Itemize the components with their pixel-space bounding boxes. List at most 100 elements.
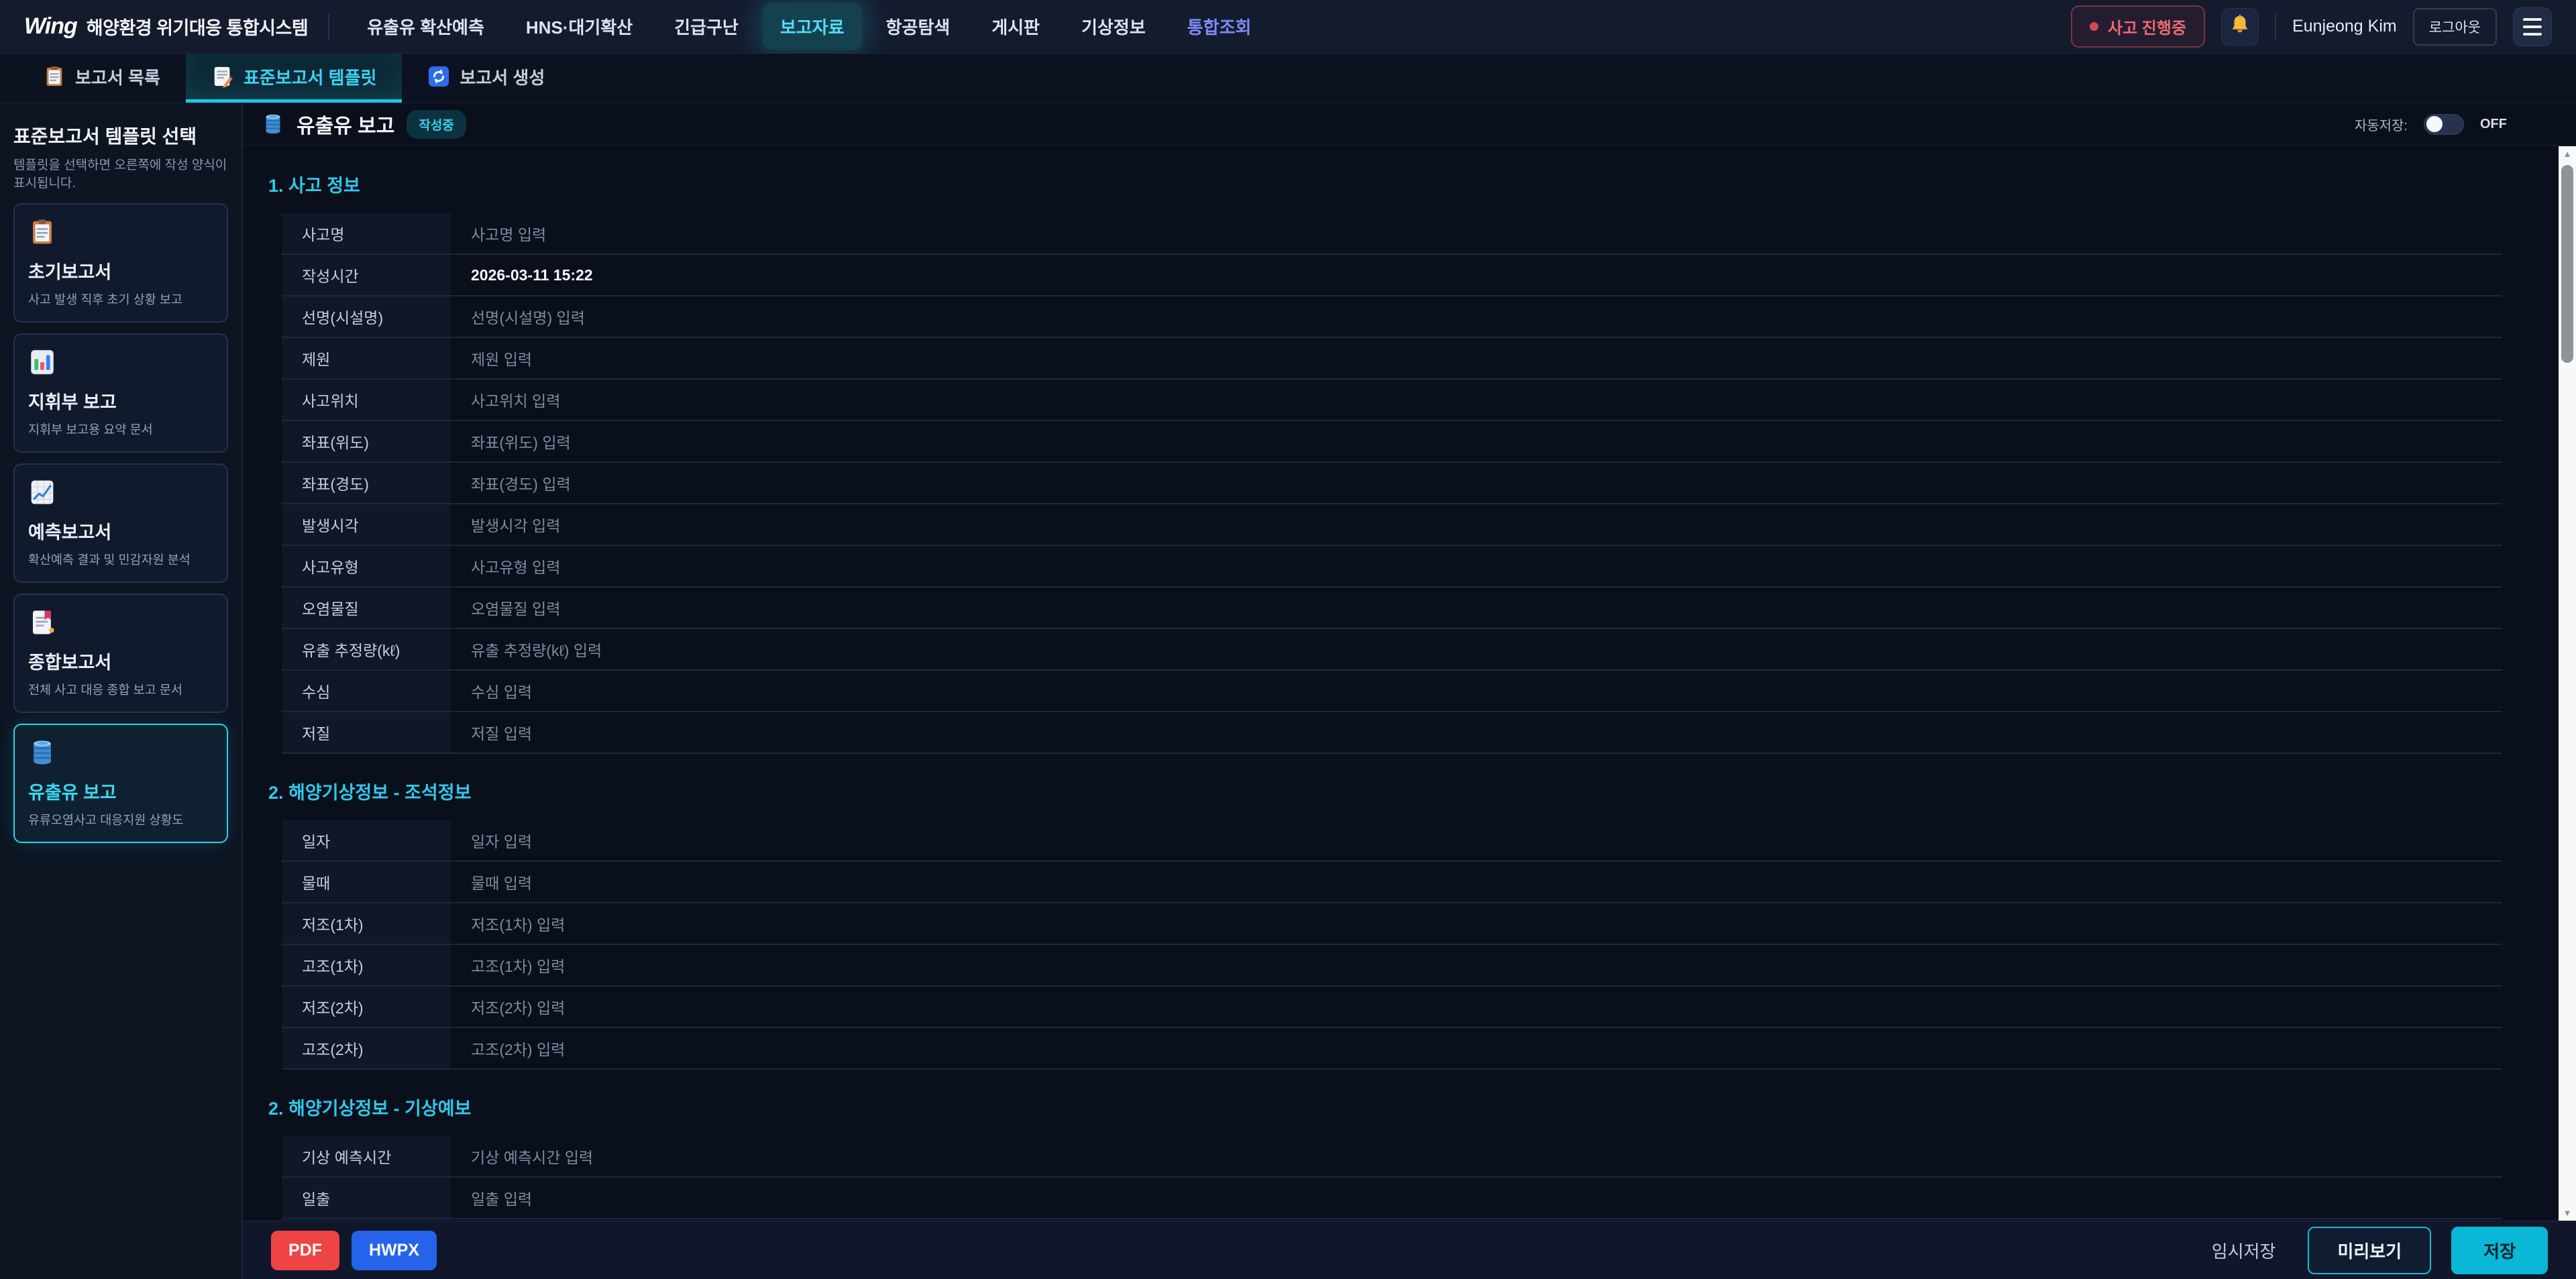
clipboard-icon <box>28 218 56 246</box>
template-desc: 전체 사고 대응 종합 보고 문서 <box>28 681 213 698</box>
field-value[interactable]: 일출 입력 <box>451 1178 2502 1218</box>
save-button[interactable]: 저장 <box>2451 1227 2548 1274</box>
hamburger-menu-button[interactable] <box>2513 7 2552 46</box>
tab-2[interactable]: 보고서 생성 <box>402 54 570 103</box>
field-value[interactable]: 좌표(위도) 입력 <box>451 421 2502 461</box>
section-heading: 1. 사고 정보 <box>268 171 2502 197</box>
field-value[interactable]: 제원 입력 <box>451 338 2502 378</box>
field-label: 선명(시설명) <box>282 296 451 337</box>
table-row: 사고유형사고유형 입력 <box>282 546 2502 588</box>
scrollbar-thumb[interactable] <box>2561 165 2573 363</box>
form-area: 1. 사고 정보사고명사고명 입력작성시간2026-03-11 15:22선명(… <box>243 146 2576 1221</box>
table-row: 고조(2차)고조(2차) 입력 <box>282 1028 2502 1070</box>
field-value[interactable]: 물때 입력 <box>451 862 2502 902</box>
field-label: 저질 <box>282 712 451 753</box>
field-value[interactable]: 2026-03-11 15:22 <box>451 255 2502 295</box>
field-label: 좌표(경도) <box>282 463 451 503</box>
template-card-4[interactable]: 유출유 보고유류오염사고 대응지원 상황도 <box>13 724 228 843</box>
field-label: 저조(1차) <box>282 903 451 944</box>
field-label: 고조(2차) <box>282 1028 451 1068</box>
report-main: 유출유 보고 작성중 자동저장: OFF 1. 사고 정보사고명사고명 입력작성… <box>243 103 2576 1279</box>
status-badge: 작성중 <box>407 110 466 139</box>
autosave-toggle[interactable] <box>2424 114 2464 135</box>
field-value[interactable]: 수심 입력 <box>451 671 2502 711</box>
toggle-knob <box>2426 116 2443 132</box>
field-value[interactable]: 사고위치 입력 <box>451 380 2502 420</box>
table-row: 오염물질오염물질 입력 <box>282 588 2502 629</box>
export-hwpx-button[interactable]: HWPX <box>352 1231 437 1270</box>
table-row: 제원제원 입력 <box>282 338 2502 380</box>
autosave-controls: 자동저장: OFF <box>2355 114 2557 135</box>
template-desc: 사고 발생 직후 초기 상황 보고 <box>28 290 213 308</box>
section-heading: 2. 해양기상정보 - 조석정보 <box>268 778 2502 804</box>
field-value[interactable]: 기상 예측시간 입력 <box>451 1136 2502 1176</box>
scroll-up-arrow-icon[interactable]: ▲ <box>2559 149 2576 159</box>
field-value[interactable]: 사고명 입력 <box>451 213 2502 254</box>
table-row: 유출 추정량(kℓ)유출 추정량(kℓ) 입력 <box>282 629 2502 671</box>
table-row: 수심수심 입력 <box>282 671 2502 712</box>
report-header: 유출유 보고 작성중 자동저장: OFF <box>243 103 2576 146</box>
logout-button[interactable]: 로그아웃 <box>2413 8 2497 46</box>
nav-item-3[interactable]: 보고자료 <box>763 3 862 50</box>
notifications-button[interactable] <box>2221 8 2259 46</box>
sync-icon <box>427 65 450 88</box>
template-desc: 유류오염사고 대응지원 상황도 <box>28 811 213 828</box>
field-value[interactable]: 오염물질 입력 <box>451 588 2502 628</box>
table-row: 좌표(위도)좌표(위도) 입력 <box>282 421 2502 463</box>
table-row: 저조(1차)저조(1차) 입력 <box>282 903 2502 945</box>
tab-0[interactable]: 보고서 목록 <box>17 54 186 103</box>
scroll-down-arrow-icon[interactable]: ▼ <box>2559 1208 2576 1218</box>
temp-save-button[interactable]: 임시저장 <box>2200 1230 2288 1271</box>
nav-item-5[interactable]: 게시판 <box>974 3 1057 50</box>
section-table: 기상 예측시간기상 예측시간 입력일출일출 입력일몰일몰 입력 <box>282 1136 2502 1221</box>
nav-item-7[interactable]: 통합조회 <box>1170 3 1269 50</box>
nav-item-0[interactable]: 유출유 확산예측 <box>350 3 502 50</box>
tab-1[interactable]: 표준보고서 템플릿 <box>186 54 402 103</box>
template-card-2[interactable]: 예측보고서확산예측 결과 및 민감자원 분석 <box>13 463 228 583</box>
brand: Wing 해양환경 위기대응 통합시스템 <box>24 13 308 40</box>
table-row: 물때물때 입력 <box>282 862 2502 903</box>
export-pdf-button[interactable]: PDF <box>271 1231 339 1270</box>
template-title: 유출유 보고 <box>28 778 213 804</box>
field-value[interactable]: 일자 입력 <box>451 820 2502 860</box>
vertical-scrollbar[interactable]: ▲ ▼ <box>2559 146 2576 1221</box>
field-value[interactable]: 사고유형 입력 <box>451 546 2502 586</box>
bell-icon <box>2229 13 2251 40</box>
field-value[interactable]: 저조(2차) 입력 <box>451 987 2502 1027</box>
sidebar-subtitle: 템플릿을 선택하면 오른쪽에 작성 양식이 표시됩니다. <box>13 157 228 192</box>
nav-item-4[interactable]: 항공탐색 <box>869 3 968 50</box>
field-value[interactable]: 유출 추정량(kℓ) 입력 <box>451 629 2502 669</box>
field-label: 좌표(위도) <box>282 421 451 461</box>
table-row: 사고위치사고위치 입력 <box>282 380 2502 421</box>
divider <box>328 13 329 40</box>
field-value[interactable]: 선명(시설명) 입력 <box>451 296 2502 337</box>
table-row: 작성시간2026-03-11 15:22 <box>282 255 2502 296</box>
nav-item-1[interactable]: HNS·대기확산 <box>508 3 650 50</box>
template-card-1[interactable]: 지휘부 보고지휘부 보고용 요약 문서 <box>13 333 228 453</box>
field-label: 오염물질 <box>282 588 451 628</box>
field-value[interactable]: 고조(1차) 입력 <box>451 945 2502 985</box>
preview-button[interactable]: 미리보기 <box>2308 1227 2431 1274</box>
nav-item-6[interactable]: 기상정보 <box>1064 3 1163 50</box>
template-card-3[interactable]: 종합보고서전체 사고 대응 종합 보고 문서 <box>13 594 228 713</box>
template-title: 종합보고서 <box>28 648 213 674</box>
field-value[interactable]: 발생시각 입력 <box>451 504 2502 545</box>
field-label: 일자 <box>282 820 451 860</box>
table-row: 기상 예측시간기상 예측시간 입력 <box>282 1136 2502 1178</box>
nav-item-2[interactable]: 긴급구난 <box>657 3 756 50</box>
tab-label: 보고서 생성 <box>460 64 545 89</box>
form-section-1: 2. 해양기상정보 - 조석정보일자일자 입력물때물때 입력저조(1차)저조(1… <box>268 778 2502 1070</box>
top-bar: Wing 해양환경 위기대응 통합시스템 유출유 확산예측HNS·대기확산긴급구… <box>0 0 2576 54</box>
field-value[interactable]: 저조(1차) 입력 <box>451 903 2502 944</box>
footer-bar: PDF HWPX 임시저장 미리보기 저장 <box>243 1221 2576 1279</box>
field-value[interactable]: 저질 입력 <box>451 712 2502 753</box>
section-table: 사고명사고명 입력작성시간2026-03-11 15:22선명(시설명)선명(시… <box>282 213 2502 754</box>
report-title: 유출유 보고 <box>297 109 394 139</box>
table-row: 일자일자 입력 <box>282 820 2502 862</box>
template-card-0[interactable]: 초기보고서사고 발생 직후 초기 상황 보고 <box>13 203 228 323</box>
field-value[interactable]: 좌표(경도) 입력 <box>451 463 2502 503</box>
table-row: 선명(시설명)선명(시설명) 입력 <box>282 296 2502 338</box>
field-value[interactable]: 고조(2차) 입력 <box>451 1028 2502 1068</box>
field-label: 고조(1차) <box>282 945 451 985</box>
menu-icon <box>2523 18 2542 21</box>
